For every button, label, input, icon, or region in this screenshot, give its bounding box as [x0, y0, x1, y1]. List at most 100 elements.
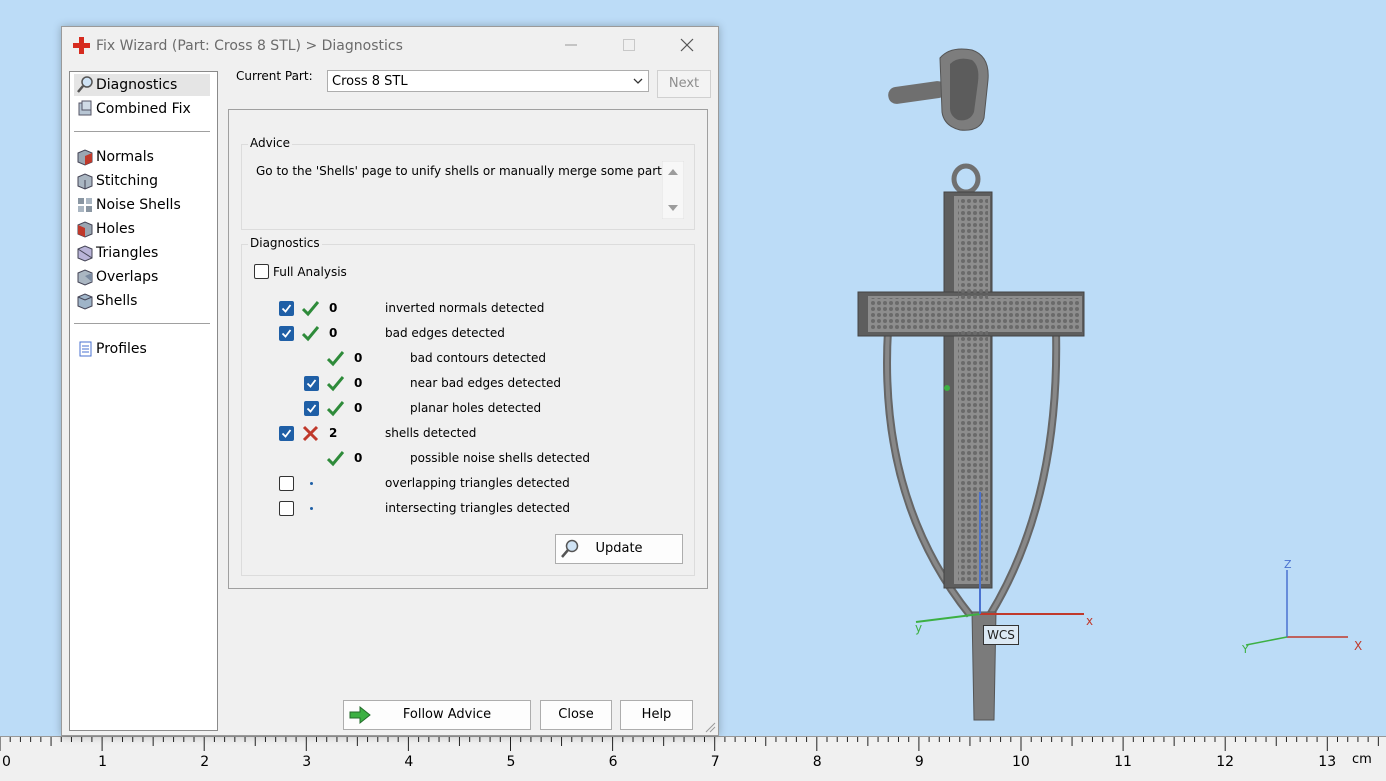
red-x-icon: [302, 425, 319, 442]
nav-item-triangles[interactable]: Triangles: [74, 242, 210, 264]
diagnostic-checkbox[interactable]: [304, 376, 319, 391]
wizard-nav-list: Diagnostics Combined Fix Normals Stitchi…: [69, 71, 218, 731]
update-button[interactable]: Update: [555, 534, 683, 564]
chevron-down-icon: [633, 78, 643, 84]
diagnostic-label: overlapping triangles detected: [385, 476, 570, 490]
close-window-button[interactable]: [658, 27, 716, 63]
minimize-icon: [565, 44, 577, 46]
triangles-cube-icon: [77, 245, 93, 262]
nav-item-shells[interactable]: Shells: [74, 290, 210, 312]
diagnostic-checkbox[interactable]: [279, 426, 294, 441]
nav-item-combined-fix[interactable]: Combined Fix: [74, 98, 210, 120]
overlaps-cube-icon: [77, 269, 93, 286]
full-analysis-checkbox[interactable]: [254, 264, 269, 279]
advice-text-area[interactable]: Go to the 'Shells' page to unify shells …: [252, 161, 688, 221]
checkmark-icon: [281, 304, 292, 313]
wcs-axes: [915, 385, 1084, 623]
update-label: Update: [595, 541, 643, 556]
help-button[interactable]: Help: [620, 700, 693, 730]
title-bar[interactable]: Fix Wizard (Part: Cross 8 STL) > Diagnos…: [62, 27, 718, 63]
triad-y-label: Y: [1241, 643, 1249, 656]
green-checkmark-icon: [302, 326, 319, 342]
magnifier-icon: [77, 76, 93, 93]
current-part-select[interactable]: Cross 8 STL: [327, 70, 649, 92]
diagnostic-label: inverted normals detected: [385, 301, 545, 315]
diagnostic-label: planar holes detected: [410, 401, 542, 415]
nav-item-profiles[interactable]: Profiles: [74, 338, 210, 360]
diagnostic-count: 0: [329, 301, 338, 315]
diagnostic-label: near bad edges detected: [410, 376, 561, 390]
axis-y-label: y: [915, 621, 922, 635]
ruler-number: 10: [1012, 754, 1030, 770]
nav-item-label: Triangles: [96, 245, 159, 261]
nav-item-label: Combined Fix: [96, 101, 191, 117]
ruler-number: 12: [1216, 754, 1235, 770]
advice-text: Go to the 'Shells' page to unify shells …: [256, 164, 672, 178]
diagnostic-checkbox[interactable]: [304, 401, 319, 416]
cross-body: [857, 191, 1085, 589]
diagnostic-label: possible noise shells detected: [410, 451, 591, 465]
window-title: Fix Wizard (Part: Cross 8 STL) > Diagnos…: [96, 38, 403, 54]
document-icon: [79, 341, 92, 357]
ruler-number: 3: [302, 754, 312, 770]
green-checkmark-icon: [327, 451, 344, 467]
ruler-number: 9: [914, 754, 924, 770]
orientation-triad: [1245, 570, 1348, 646]
nav-item-noise-shells[interactable]: Noise Shells: [74, 194, 210, 216]
nav-separator: [74, 323, 210, 324]
ruler: 0 1 2 3 4 5 6 7 8 9 10 11 12 13 cm: [0, 736, 1386, 781]
green-checkmark-icon: [327, 376, 344, 392]
advice-scrollbar[interactable]: [662, 161, 684, 219]
diagnostic-count: 0: [329, 326, 338, 340]
diagnostic-checkbox[interactable]: [279, 476, 294, 491]
triad-x-label: X: [1354, 639, 1362, 653]
holes-cube-icon: [77, 221, 93, 238]
diagnostic-checkbox[interactable]: [279, 326, 294, 341]
ruler-number: 11: [1114, 754, 1132, 770]
nav-item-label: Profiles: [96, 341, 147, 357]
full-analysis-label: Full Analysis: [273, 265, 347, 279]
green-checkmark-icon: [327, 351, 344, 367]
maximize-button[interactable]: [600, 27, 658, 63]
ruler-number: 2: [200, 754, 210, 770]
ruler-number: 6: [608, 754, 618, 770]
diagnostic-label: bad edges detected: [385, 326, 505, 340]
checkmark-icon: [306, 404, 317, 413]
nav-separator: [74, 131, 210, 132]
follow-advice-button[interactable]: Follow Advice: [343, 700, 531, 730]
ruler-number: 1: [98, 754, 108, 770]
diagnostic-count: 2: [329, 426, 338, 440]
minimize-button[interactable]: [542, 27, 600, 63]
close-button[interactable]: Close: [540, 700, 612, 730]
nav-item-label: Stitching: [96, 173, 158, 189]
diagnostic-checkbox[interactable]: [279, 301, 294, 316]
triad-z-label: Z: [1284, 558, 1292, 571]
noise-shells-cube-icon: [78, 198, 92, 212]
current-part-value: Cross 8 STL: [332, 74, 408, 89]
nav-item-label: Noise Shells: [96, 197, 181, 213]
nav-item-diagnostics[interactable]: Diagnostics: [74, 74, 210, 96]
nav-item-label: Shells: [96, 293, 138, 309]
next-button[interactable]: Next: [657, 70, 711, 98]
fix-wizard-dialog: Fix Wizard (Part: Cross 8 STL) > Diagnos…: [61, 26, 719, 736]
wcs-label: WCS: [983, 625, 1019, 645]
nav-item-overlaps[interactable]: Overlaps: [74, 266, 210, 288]
ruler-number: 8: [812, 754, 822, 770]
ruler-number: 5: [506, 754, 516, 770]
ruler-number: 0: [2, 754, 11, 770]
status-dot-icon: [310, 482, 313, 485]
diagnostic-label: shells detected: [385, 426, 477, 440]
resize-grip-icon[interactable]: [704, 721, 716, 733]
nav-item-stitching[interactable]: Stitching: [74, 170, 210, 192]
nav-item-label: Overlaps: [96, 269, 159, 285]
diagnostic-count: 0: [354, 451, 363, 465]
advice-group: Advice Go to the 'Shells' page to unify …: [241, 136, 695, 230]
current-part-label: Current Part:: [236, 69, 313, 83]
nav-item-label: Normals: [96, 149, 154, 165]
checkmark-icon: [281, 429, 292, 438]
nav-item-normals[interactable]: Normals: [74, 146, 210, 168]
nav-item-holes[interactable]: Holes: [74, 218, 210, 240]
normals-cube-icon: [77, 149, 93, 166]
diagnostic-checkbox[interactable]: [279, 501, 294, 516]
bail-part: [888, 48, 989, 131]
